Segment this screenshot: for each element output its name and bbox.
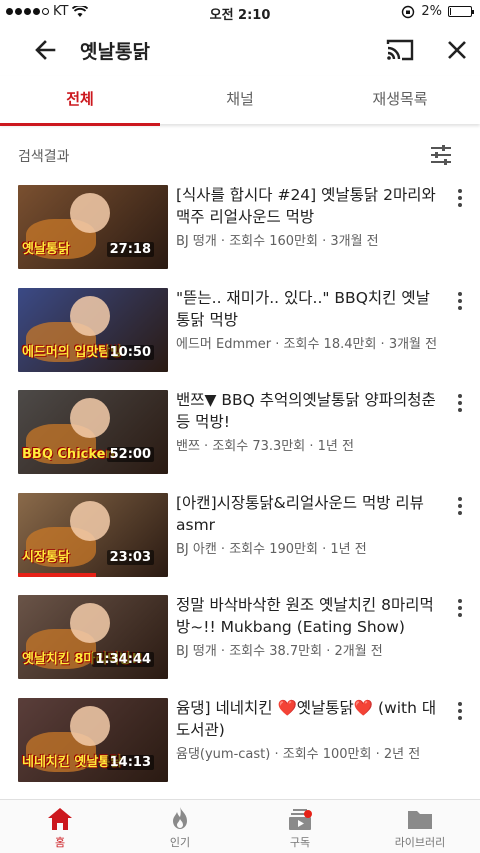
more-options-icon[interactable] — [452, 289, 468, 313]
thumbnail-caption: 시장통닭 — [22, 549, 70, 565]
status-right: 2% — [401, 4, 474, 19]
video-duration: 27:18 — [106, 242, 154, 257]
video-thumbnail[interactable]: 옛날치킨 8마리먹방!! 1:34:44 — [18, 595, 168, 679]
video-title[interactable]: [아캔]시장통닭&리얼사운드 먹방 리뷰 asmr — [176, 492, 442, 536]
video-title[interactable]: 밴쯔▼ BBQ 추억의옛날통닭 양파의청춘 등 먹방! — [176, 389, 442, 433]
thumbnail-person-shape — [70, 193, 110, 233]
video-duration: 52:00 — [106, 447, 154, 462]
filter-sliders-icon — [431, 145, 451, 165]
bottom-navigation: 홈 인기 구독 라이브러리 — [0, 799, 480, 853]
subscriptions-notification-dot — [304, 810, 312, 818]
video-title[interactable]: 윰댕] 네네치킨 ❤️옛날통닭❤️ (with 대도서관) — [176, 697, 442, 741]
back-button[interactable] — [30, 36, 62, 64]
more-options-icon[interactable] — [452, 391, 468, 415]
thumbnail-caption: 옛날통닭 — [22, 242, 70, 257]
results-header: 검색결과 — [0, 136, 480, 176]
video-title[interactable]: "뜯는.. 재미가.. 있다.." BBQ치킨 옛날통닭 먹방 — [176, 287, 442, 331]
status-bar: KT 오전 2:10 2% — [0, 0, 480, 24]
nav-library[interactable]: 라이브러리 — [360, 800, 480, 853]
more-options-icon[interactable] — [452, 699, 468, 723]
video-result-item[interactable]: 에드머의 입맛탐방 10:50 "뜯는.. 재미가.. 있다.." BBQ치킨 옛날… — [0, 279, 480, 382]
video-title[interactable]: [식사를 합시다 #24] 옛날통닭 2마리와 맥주 리얼사운드 먹방 — [176, 184, 442, 228]
video-duration: 10:50 — [106, 344, 154, 360]
cast-icon — [386, 39, 414, 61]
nav-trending[interactable]: 인기 — [120, 800, 240, 853]
orientation-lock-icon — [402, 5, 415, 18]
video-meta: BJ 떵개 · 조회수 38.7만회 · 2개월 전 — [176, 644, 383, 659]
video-thumbnail[interactable]: BBQ Chicken 52:00 — [18, 390, 168, 474]
thumbnail-person-shape — [70, 500, 110, 541]
video-duration: 23:03 — [106, 549, 154, 565]
results-label: 검색결과 — [18, 149, 70, 165]
tab-playlists[interactable]: 재생목록 — [320, 76, 480, 124]
video-thumbnail[interactable]: 네네치킨 옛날통닭 14:13 — [18, 697, 168, 782]
video-result-item[interactable]: 시장통닭 23:03 [아캔]시장통닭&리얼사운드 먹방 리뷰 asmr BJ 아캔 … — [0, 484, 480, 587]
nav-subscriptions-label: 구독 — [289, 836, 311, 849]
video-meta: 밴쯔 · 조회수 73.3만회 · 1년 전 — [176, 439, 354, 454]
close-button[interactable] — [442, 36, 472, 64]
trending-flame-icon — [173, 807, 187, 829]
more-options-icon[interactable] — [452, 186, 468, 210]
battery-icon — [448, 6, 474, 17]
library-folder-icon — [408, 811, 432, 829]
nav-home[interactable]: 홈 — [0, 800, 120, 853]
thumbnail-person-shape — [70, 295, 110, 336]
tab-all[interactable]: 전체 — [0, 76, 160, 126]
search-query[interactable]: 옛날통닭 — [80, 37, 150, 64]
search-tabs: 전체 채널 재생목록 — [0, 76, 480, 126]
video-result-item[interactable]: BBQ Chicken 52:00 밴쯔▼ BBQ 추억의옛날통닭 양파의청춘 등 … — [0, 381, 480, 484]
video-thumbnail[interactable]: 에드머의 입맛탐방 10:50 — [18, 287, 168, 372]
video-meta: 에드머 Edmmer · 조회수 18.4만회 · 3개월 전 — [176, 336, 438, 352]
video-duration: 14:13 — [106, 754, 154, 770]
arrow-back-icon — [35, 40, 56, 60]
video-meta: BJ 아캔 · 조회수 190만회 · 1년 전 — [176, 541, 367, 557]
close-icon — [448, 41, 466, 59]
video-thumbnail[interactable]: 옛날통닭 27:18 — [18, 185, 168, 269]
battery-percent: 2% — [421, 4, 442, 19]
thumbnail-caption: BBQ Chicken — [22, 447, 115, 462]
video-result-item[interactable]: 옛날치킨 8마리먹방!! 1:34:44 정말 바삭바삭한 원조 옛날치킨 8마리먹… — [0, 586, 480, 689]
video-duration: 1:34:44 — [92, 652, 154, 667]
filter-button[interactable] — [428, 142, 454, 168]
nav-library-label: 라이브러리 — [394, 836, 446, 849]
nav-home-label: 홈 — [54, 836, 66, 849]
nav-subscriptions[interactable]: 구독 — [240, 800, 360, 853]
video-meta: BJ 떵개 · 조회수 160만회 · 3개월 전 — [176, 234, 379, 249]
video-result-item[interactable]: 옛날통닭 27:18 [식사를 합시다 #24] 옛날통닭 2마리와 맥주 리얼사운… — [0, 176, 480, 279]
thumbnail-person-shape — [70, 705, 110, 746]
more-options-icon[interactable] — [452, 596, 468, 620]
tab-channels[interactable]: 채널 — [160, 76, 320, 124]
cast-button[interactable] — [384, 36, 416, 64]
video-results-list: 옛날통닭 27:18 [식사를 합시다 #24] 옛날통닭 2마리와 맥주 리얼사운… — [0, 176, 480, 853]
video-title[interactable]: 정말 바삭바삭한 원조 옛날치킨 8마리먹방~!! Mukbang (Eatin… — [176, 594, 442, 638]
battery-level — [450, 8, 451, 15]
thumbnail-person-shape — [70, 398, 110, 438]
search-header: 옛날통닭 — [0, 24, 480, 76]
more-options-icon[interactable] — [452, 494, 468, 518]
video-result-item[interactable]: 네네치킨 옛날통닭 14:13 윰댕] 네네치킨 ❤️옛날통닭❤️ (with 대도… — [0, 689, 480, 792]
home-icon — [48, 808, 72, 830]
video-meta: 윰댕(yum-cast) · 조회수 100만회 · 2년 전 — [176, 746, 421, 762]
thumbnail-person-shape — [70, 603, 110, 643]
watch-progress-bar — [18, 572, 96, 577]
nav-trending-label: 인기 — [169, 836, 191, 849]
video-thumbnail[interactable]: 시장통닭 23:03 — [18, 492, 168, 577]
